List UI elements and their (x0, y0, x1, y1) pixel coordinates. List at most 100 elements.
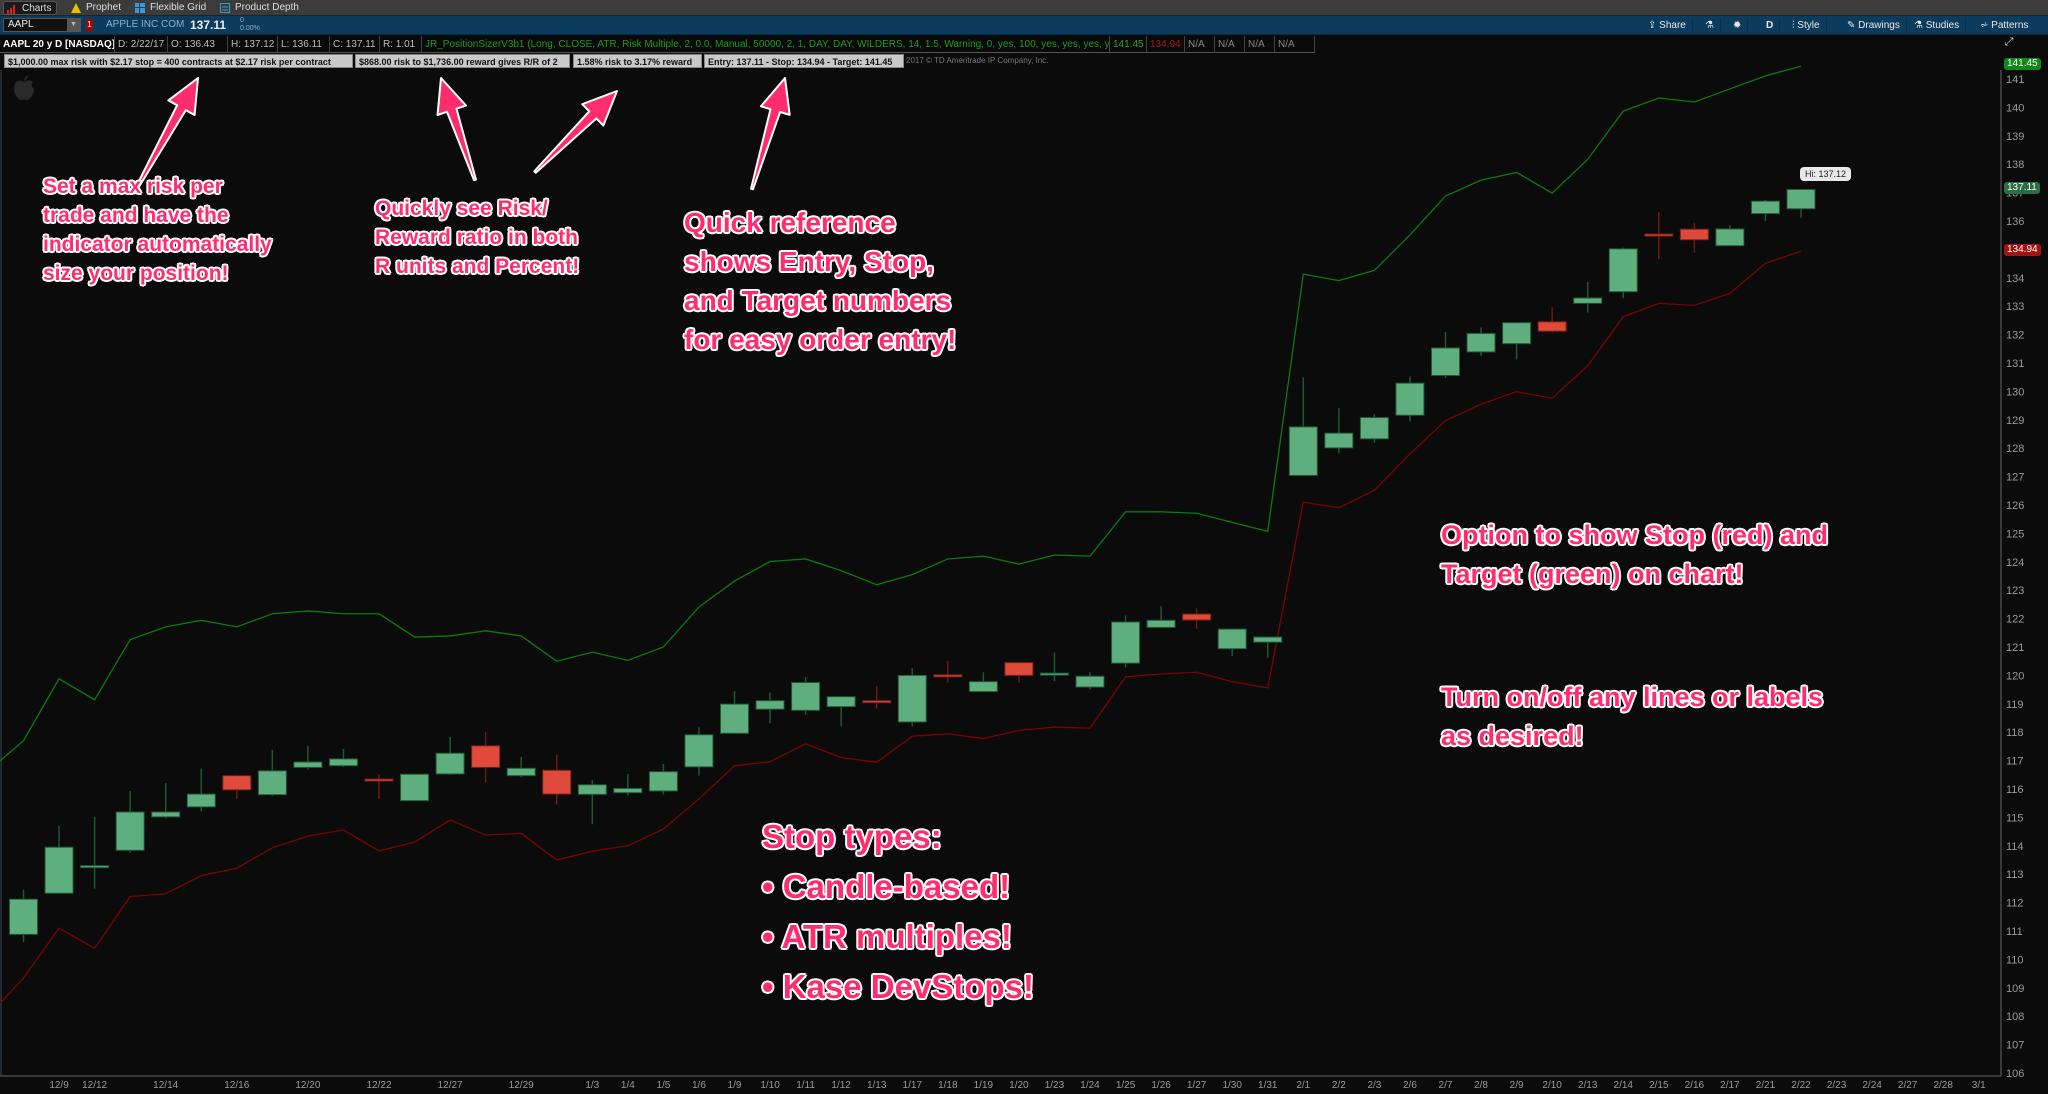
candle (1786, 188, 1816, 218)
candle (1608, 247, 1638, 299)
y-tick-label: 132 (2006, 330, 2024, 342)
x-tick-label: 2/1 (1296, 1080, 1310, 1091)
candle-body (577, 784, 607, 795)
candle (648, 764, 678, 795)
candle-body (1573, 297, 1603, 304)
candle (257, 749, 287, 797)
y-tick-label: 125 (2006, 528, 2024, 540)
candle (400, 773, 430, 802)
candle-body (1786, 188, 1816, 210)
candle-body (1039, 672, 1069, 676)
candle-body (1004, 662, 1034, 676)
y-tick-label: 120 (2006, 670, 2024, 682)
y-tick-label: 110 (2006, 954, 2024, 966)
candle-body (1288, 426, 1318, 476)
x-tick-label: 2/2 (1332, 1080, 1346, 1091)
x-tick-label: 12/9 (49, 1080, 69, 1091)
y-tick-label: 124 (2006, 557, 2024, 569)
y-tick-label: 136 (2006, 216, 2024, 228)
candle-body (364, 778, 394, 782)
y-tick-label: 116 (2006, 784, 2024, 796)
candle (364, 774, 394, 799)
x-tick-label: 2/17 (1720, 1080, 1740, 1091)
candle-body (1502, 322, 1532, 345)
candle-body (897, 674, 927, 723)
high-bubble: Hi: 137.12 (1800, 167, 1852, 181)
x-tick-label: 12/27 (438, 1080, 463, 1091)
annotation-max-risk: Set a max risk per trade and have the in… (43, 172, 272, 288)
annotation-line: Reward ratio in both (375, 226, 579, 249)
candle (933, 660, 963, 683)
y-tick-label: 133 (2006, 301, 2024, 313)
x-tick-label: 2/13 (1578, 1080, 1598, 1091)
x-tick-label: 1/13 (867, 1080, 887, 1091)
annotation-line: Stop types: (762, 818, 942, 855)
annotation-risk-reward: Quickly see Risk/ Reward ratio in both R… (375, 194, 579, 281)
candle-body (293, 761, 323, 768)
candle-body (1644, 233, 1674, 237)
candle (1750, 199, 1780, 221)
x-tick-label: 2/16 (1685, 1080, 1705, 1091)
candle-body (1359, 417, 1389, 440)
x-tick-label: 1/3 (585, 1080, 599, 1091)
candle (1431, 332, 1460, 379)
candle (1502, 322, 1532, 360)
candle (720, 691, 749, 734)
y-tick-label: 117 (2006, 756, 2024, 768)
candle (222, 774, 252, 799)
candle-body (542, 769, 572, 795)
annotation-line: size your position! (43, 262, 229, 285)
annotation-stop-types: Stop types: • Candle-based! • ATR multip… (762, 812, 1034, 1012)
candle-body (1537, 321, 1567, 332)
x-tick-label: 12/12 (82, 1080, 107, 1091)
y-tick-label: 134 (2006, 273, 2024, 285)
y-tick-label: 123 (2006, 585, 2024, 597)
annotation-line: Quick reference (684, 207, 896, 238)
candle-body (44, 846, 74, 894)
annotation-line: trade and have the (43, 204, 229, 227)
x-tick-label: 2/14 (1614, 1080, 1634, 1091)
x-tick-label: 1/30 (1222, 1080, 1242, 1091)
x-tick-label: 1/27 (1187, 1080, 1207, 1091)
candle (613, 773, 643, 796)
candle (897, 668, 927, 727)
candle-body (1146, 619, 1176, 628)
y-tick-label: 121 (2006, 642, 2024, 654)
x-tick-label: 1/24 (1080, 1080, 1100, 1091)
candle (755, 692, 785, 724)
candle-body (613, 787, 643, 794)
x-tick-label: 2/10 (1542, 1080, 1562, 1091)
x-tick-label: 2/22 (1791, 1080, 1811, 1091)
x-tick-label: 2/27 (1898, 1080, 1918, 1091)
candle (1217, 628, 1247, 657)
y-tick-label: 109 (2006, 983, 2024, 995)
candle (328, 748, 358, 767)
candle (1359, 414, 1389, 443)
x-tick-label: 12/29 (509, 1080, 534, 1091)
x-tick-label: 2/15 (1649, 1080, 1669, 1091)
annotation-line: • Candle-based! (762, 868, 1011, 905)
x-tick-label: 1/18 (938, 1080, 958, 1091)
y-tick-label: 108 (2006, 1011, 2024, 1023)
candle-body (257, 770, 287, 796)
y-tick-label: 119 (2006, 699, 2024, 711)
x-tick-label: 12/22 (366, 1080, 391, 1091)
y-axis-ticks: 106 107 108 109 110 111 112 113 114 115 116 117 118 1… (2006, 74, 2024, 1080)
y-tick-label: 111 (2006, 926, 2023, 938)
annotation-line: shows Entry, Stop, (684, 246, 934, 277)
y-tick-label: 138 (2006, 159, 2024, 171)
y-tick-label: 114 (2006, 841, 2024, 853)
candle (44, 825, 74, 894)
x-tick-label: 12/16 (224, 1080, 249, 1091)
annotation-line: • Kase DevStops! (762, 968, 1034, 1005)
y-tick-label: 141 (2006, 74, 2024, 86)
x-tick-label: 12/14 (153, 1080, 178, 1091)
candle-body (506, 767, 536, 777)
candle (1395, 376, 1425, 422)
candle (293, 746, 323, 770)
annotation-line: as desired! (1441, 721, 1584, 751)
candle-body (1431, 347, 1460, 376)
x-tick-label: 1/26 (1151, 1080, 1171, 1091)
candle-body (222, 775, 252, 791)
arrow-icon (533, 90, 618, 174)
